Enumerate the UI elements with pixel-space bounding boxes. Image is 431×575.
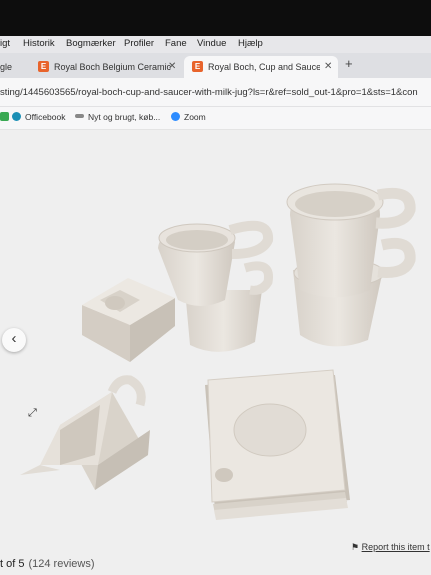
menu-item-tab[interactable]: Fane — [165, 38, 187, 49]
tab-label: Royal Boch, Cup and Saucer — [208, 62, 320, 72]
menu-item-help[interactable]: Hjælp — [238, 38, 263, 49]
review-count[interactable]: (124 reviews) — [28, 558, 94, 570]
bookmark-marketplace[interactable]: Nyt og brugt, køb... — [75, 112, 160, 122]
bookmark-officebook[interactable]: Officebook — [12, 112, 65, 122]
bookmark-label: Officebook — [25, 112, 66, 122]
product-gallery: ‹ ⤢ ⚑ Report this item t t of 5 (124 revi… — [0, 130, 431, 575]
officebook-icon — [12, 112, 21, 121]
tab-strip: gle E Royal Boch Belgium Ceramic ✕ E Roy… — [0, 53, 431, 78]
menu-item-edit[interactable]: igt — [0, 38, 10, 49]
sugar-bowl — [82, 278, 175, 362]
bookmarks-bar: Officebook Nyt og brugt, køb... Zoom — [0, 107, 431, 130]
bookmark-zoom[interactable]: Zoom — [171, 112, 206, 122]
tab-label: Royal Boch Belgium Ceramic — [54, 62, 172, 72]
rating-text: t of 5 — [0, 558, 25, 570]
menu-bar: igt Historik Bogmærker Profiler Fane Vin… — [0, 36, 431, 53]
menu-item-history[interactable]: Historik — [23, 38, 55, 49]
tab-label: gle — [0, 62, 13, 72]
tab-royal-boch-cup-and-saucer[interactable]: E Royal Boch, Cup and Saucer ✕ — [184, 56, 338, 78]
tab-royal-boch-belgium[interactable]: E Royal Boch Belgium Ceramic ✕ — [30, 56, 180, 78]
etsy-favicon-icon: E — [38, 61, 49, 72]
marketplace-icon — [75, 114, 84, 118]
cup-stack-small — [158, 220, 274, 352]
zoom-icon — [171, 112, 180, 121]
menu-item-profiles[interactable]: Profiler — [124, 38, 154, 49]
report-label: Report this item t — [361, 542, 430, 552]
address-bar[interactable]: sting/1445603565/royal-boch-cup-and-sauc… — [0, 78, 431, 107]
saucer-stack — [205, 369, 350, 520]
close-icon[interactable]: ✕ — [324, 61, 332, 72]
green-folder-icon — [0, 112, 9, 121]
close-icon[interactable]: ✕ — [168, 61, 176, 72]
tab-google[interactable]: gle — [0, 56, 22, 78]
previous-image-button[interactable]: ‹ — [2, 328, 26, 352]
rating-summary: t of 5 (124 reviews) — [0, 558, 95, 570]
menu-item-bookmarks[interactable]: Bogmærker — [66, 38, 116, 49]
monitor-bezel — [0, 0, 431, 36]
etsy-favicon-icon: E — [192, 61, 203, 72]
bookmark-label: Zoom — [184, 112, 206, 122]
report-item-link[interactable]: ⚑ Report this item t — [351, 542, 430, 553]
milk-jug — [20, 375, 150, 490]
flag-icon: ⚑ — [351, 542, 360, 552]
url-text[interactable]: sting/1445603565/royal-boch-cup-and-sauc… — [0, 87, 418, 98]
bookmark-label: Nyt og brugt, køb... — [88, 112, 161, 122]
cup-stack-large — [286, 183, 416, 347]
new-tab-button[interactable]: + — [345, 56, 353, 71]
menu-item-window[interactable]: Vindue — [197, 38, 226, 49]
product-image[interactable] — [0, 130, 431, 575]
expand-icon[interactable]: ⤢ — [28, 407, 37, 420]
